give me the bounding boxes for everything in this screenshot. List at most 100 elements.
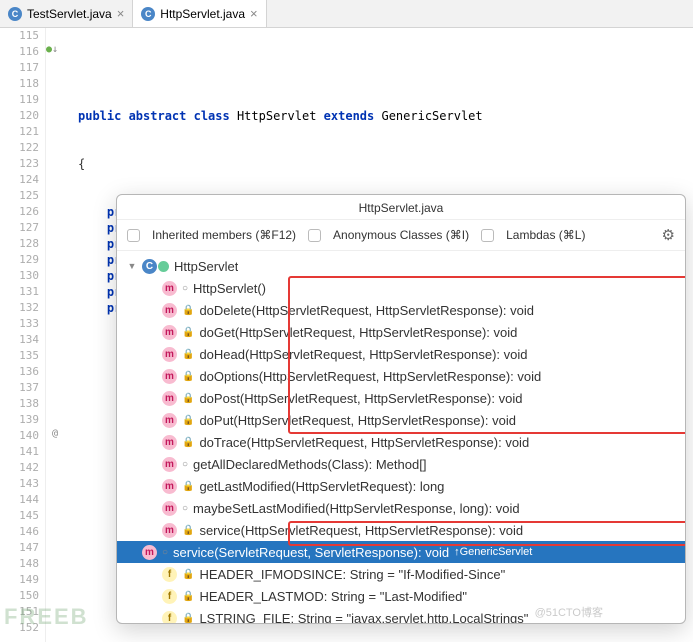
line-number: 132	[0, 300, 39, 316]
line-number: 139	[0, 412, 39, 428]
line-number: 142	[0, 460, 39, 476]
line-number: 125	[0, 188, 39, 204]
method-icon: m	[162, 347, 177, 362]
structure-member[interactable]: m○service(ServletRequest, ServletRespons…	[117, 541, 685, 563]
line-number: 141	[0, 444, 39, 460]
line-number: 120	[0, 108, 39, 124]
lock-icon: 🔒	[182, 569, 194, 580]
method-icon: m	[142, 545, 157, 560]
member-label: HttpServlet()	[193, 281, 266, 296]
tab-label: TestServlet.java	[27, 7, 112, 21]
line-number: 140	[0, 428, 39, 444]
tab-httpservlet[interactable]: C HttpServlet.java ×	[133, 0, 266, 27]
line-number: 135	[0, 348, 39, 364]
structure-member[interactable]: m 🔒 doDelete(HttpServletRequest, HttpServl…	[127, 299, 685, 321]
tab-bar: C TestServlet.java × C HttpServlet.java …	[0, 0, 693, 28]
line-number: 128	[0, 236, 39, 252]
abstract-marker-icon	[158, 261, 169, 272]
method-icon: m	[162, 303, 177, 318]
structure-member[interactable]: m○HttpServlet()	[127, 277, 685, 299]
line-number: 145	[0, 508, 39, 524]
line-number: 126	[0, 204, 39, 220]
structure-member[interactable]: m○maybeSetLastModified(HttpServletRespon…	[127, 497, 685, 519]
line-number: 116	[0, 44, 39, 60]
line-number: 118	[0, 76, 39, 92]
line-number: 123	[0, 156, 39, 172]
method-icon: m	[162, 391, 177, 406]
line-number: 143	[0, 476, 39, 492]
line-number: 148	[0, 556, 39, 572]
lock-icon: 🔒	[182, 481, 194, 492]
tree-root[interactable]: ▼ C HttpServlet	[127, 255, 685, 277]
lock-icon: 🔒	[182, 437, 194, 448]
field-icon: f	[162, 567, 177, 582]
line-number: 130	[0, 268, 39, 284]
line-number: 121	[0, 124, 39, 140]
member-label: HEADER_LASTMOD: String = "Last-Modified"	[199, 589, 467, 604]
popup-title: HttpServlet.java	[117, 195, 685, 220]
member-label: service(HttpServletRequest, HttpServletR…	[199, 523, 523, 538]
member-label: doPost(HttpServletRequest, HttpServletRe…	[199, 391, 522, 406]
line-number: 134	[0, 332, 39, 348]
structure-tree: ▼ C HttpServlet m○HttpServlet() m🔒doDele…	[117, 251, 685, 624]
chevron-down-icon[interactable]: ▼	[127, 261, 137, 271]
structure-member[interactable]: m🔒doTrace(HttpServletRequest, HttpServle…	[127, 431, 685, 453]
unlock-icon: ○	[182, 459, 188, 470]
member-label: maybeSetLastModified(HttpServletResponse…	[193, 501, 520, 516]
line-number: 119	[0, 92, 39, 108]
member-label: getLastModified(HttpServletRequest): lon…	[199, 479, 444, 494]
opt-lambdas-label: Lambdas (⌘L)	[506, 228, 585, 242]
java-class-icon: C	[8, 7, 22, 21]
member-label: HEADER_IFMODSINCE: String = "If-Modified…	[199, 567, 505, 582]
line-number: 129	[0, 252, 39, 268]
structure-member[interactable]: m🔒doGet(HttpServletRequest, HttpServletR…	[127, 321, 685, 343]
close-icon[interactable]: ×	[250, 6, 258, 21]
member-label: doHead(HttpServletRequest, HttpServletRe…	[199, 347, 527, 362]
opt-inherited-label: Inherited members (⌘F12)	[152, 228, 296, 242]
method-icon: m	[162, 479, 177, 494]
java-class-icon: C	[141, 7, 155, 21]
method-icon: m	[162, 281, 177, 296]
structure-popup: HttpServlet.java Inherited members (⌘F12…	[116, 194, 686, 624]
lock-icon: 🔒	[182, 525, 194, 536]
checkbox-anonymous[interactable]	[308, 229, 321, 242]
structure-member[interactable]: m○getAllDeclaredMethods(Class): Method[]	[127, 453, 685, 475]
line-number: 149	[0, 572, 39, 588]
watermark: FREEB	[4, 604, 89, 630]
structure-member[interactable]: m 🔒 service(HttpServletRequest, HttpServle…	[127, 519, 685, 541]
method-icon: m	[162, 435, 177, 450]
line-number: 150	[0, 588, 39, 604]
structure-member[interactable]: m🔒doOptions(HttpServletRequest, HttpServ…	[127, 365, 685, 387]
lock-icon: 🔒	[182, 415, 194, 426]
inherited-from: ↑GenericServlet	[454, 546, 532, 558]
method-icon: m	[162, 523, 177, 538]
tab-testservlet[interactable]: C TestServlet.java ×	[0, 0, 133, 27]
lock-icon: 🔒	[182, 305, 194, 316]
structure-member[interactable]: m🔒doPost(HttpServletRequest, HttpServlet…	[127, 387, 685, 409]
annotation-gutter-icon[interactable]: @	[52, 428, 58, 439]
checkbox-inherited[interactable]	[127, 229, 140, 242]
member-label: LSTRING_FILE: String = "javax.servlet.ht…	[199, 611, 528, 625]
class-icon: C	[142, 259, 157, 274]
override-gutter-icon[interactable]: ●↓	[46, 44, 58, 55]
gear-icon[interactable]: ⚙	[662, 226, 675, 244]
member-label: doDelete(HttpServletRequest, HttpServlet…	[199, 303, 534, 318]
method-icon: m	[162, 369, 177, 384]
lock-icon: 🔒	[182, 327, 194, 338]
close-icon[interactable]: ×	[117, 6, 125, 21]
field-icon: f	[162, 589, 177, 604]
line-number: 117	[0, 60, 39, 76]
structure-member[interactable]: m 🔒 getLastModified(HttpServletRequest): l…	[127, 475, 685, 497]
line-number: 122	[0, 140, 39, 156]
structure-member[interactable]: m🔒doPut(HttpServletRequest, HttpServletR…	[127, 409, 685, 431]
checkbox-lambdas[interactable]	[481, 229, 494, 242]
unlock-icon: ○	[182, 503, 188, 514]
structure-member[interactable]: f 🔒 HEADER_IFMODSINCE: String = "If-Modifi…	[127, 563, 685, 585]
line-number: 144	[0, 492, 39, 508]
watermark-source: @51CTO博客	[535, 604, 603, 620]
line-number: 136	[0, 364, 39, 380]
structure-member[interactable]: m🔒doHead(HttpServletRequest, HttpServlet…	[127, 343, 685, 365]
line-number: 146	[0, 524, 39, 540]
line-number-gutter: 1151161171181191201211221231241251261271…	[0, 28, 46, 642]
line-number: 133	[0, 316, 39, 332]
